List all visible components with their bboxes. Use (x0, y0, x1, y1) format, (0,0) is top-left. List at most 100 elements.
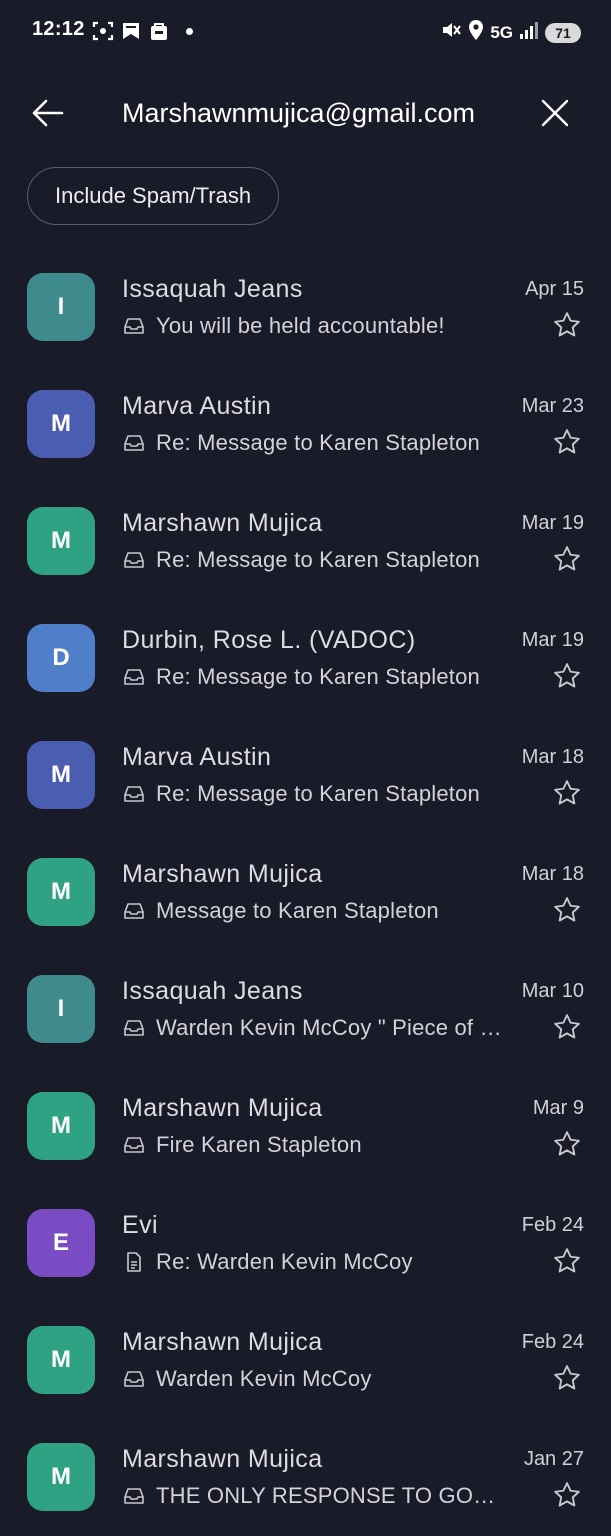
star-button[interactable] (550, 1010, 584, 1044)
chip-label: Include Spam/Trash (55, 183, 252, 208)
email-subject: Re: Message to Karen Stapleton (156, 547, 480, 572)
email-subject: You will be held accountable! (156, 313, 445, 338)
star-button[interactable] (550, 893, 584, 927)
news-icon (120, 20, 142, 42)
email-row[interactable]: M Marshawn Mujica Mar 18 Message to Kare… (0, 833, 611, 950)
inbox-icon (122, 431, 146, 455)
email-sender: Marshawn Mujica (122, 1094, 323, 1122)
battery-indicator: 71 (545, 22, 581, 43)
email-subject-line: Fire Karen Stapleton (122, 1130, 506, 1160)
avatar: M (27, 741, 95, 809)
search-input[interactable]: Marshawnmujica@gmail.com (122, 96, 490, 130)
email-subject-line: Re: Message to Karen Stapleton (122, 779, 506, 809)
email-subject-line: Warden Kevin McCoy " Piece of work " (122, 1013, 506, 1043)
search-header: Marshawnmujica@gmail.com (0, 80, 611, 146)
star-icon (554, 1482, 580, 1507)
email-subject-line: Message to Karen Stapleton (122, 896, 506, 926)
inbox-icon (122, 314, 146, 338)
avatar: I (27, 273, 95, 341)
close-icon (541, 99, 569, 127)
email-subject: Warden Kevin McCoy (156, 1366, 372, 1391)
email-row[interactable]: M Marshawn Mujica Mar 9 Fire Karen Stapl… (0, 1067, 611, 1184)
email-subject: Fire Karen Stapleton (156, 1132, 362, 1157)
email-row[interactable]: M Marva Austin Mar 18 Re: Message to Kar… (0, 716, 611, 833)
email-subject-line: Re: Warden Kevin McCoy (122, 1247, 506, 1277)
avatar: M (27, 1443, 95, 1511)
draft-icon (122, 1250, 146, 1274)
email-row[interactable]: M Marshawn Mujica Jan 27 THE ONLY RESPON… (0, 1418, 611, 1535)
email-sender: Durbin, Rose L. (VADOC) (122, 626, 416, 654)
star-button[interactable] (550, 1244, 584, 1278)
star-button[interactable] (550, 776, 584, 810)
email-row[interactable]: D Durbin, Rose L. (VADOC) Mar 19 Re: Mes… (0, 599, 611, 716)
star-button[interactable] (550, 425, 584, 459)
avatar: M (27, 858, 95, 926)
email-sender: Issaquah Jeans (122, 977, 303, 1005)
email-sender: Marshawn Mujica (122, 1328, 323, 1356)
avatar: M (27, 1092, 95, 1160)
email-list: I Issaquah Jeans Apr 15 You will be held… (0, 248, 611, 1535)
email-date: Mar 10 (521, 980, 584, 1002)
email-subject-line: Re: Message to Karen Stapleton (122, 545, 506, 575)
arrow-left-icon (32, 99, 64, 127)
email-date: Mar 18 (521, 746, 584, 768)
email-subject-line: THE ONLY RESPONSE TO GOV. YOUNGKIN (122, 1481, 506, 1511)
email-sender: Issaquah Jeans (122, 275, 303, 303)
include-spam-trash-chip[interactable]: Include Spam/Trash (27, 167, 280, 225)
system-status: 5G 71 (440, 19, 581, 46)
star-button[interactable] (550, 1478, 584, 1512)
email-subject-line: Re: Message to Karen Stapleton (122, 662, 506, 692)
email-sender: Evi (122, 1211, 158, 1239)
email-subject: Warden Kevin McCoy " Piece of work " (156, 1015, 506, 1040)
star-button[interactable] (550, 1127, 584, 1161)
avatar-initial: E (52, 1229, 69, 1256)
location-icon (468, 19, 484, 46)
notification-icons (92, 20, 193, 42)
avatar: M (27, 507, 95, 575)
email-date: Mar 19 (521, 629, 584, 651)
shopping-bag-icon (148, 20, 170, 42)
star-icon (554, 546, 580, 571)
email-subject: Message to Karen Stapleton (156, 898, 439, 923)
avatar-initial: M (51, 410, 71, 437)
more-notifications-dot (186, 27, 193, 35)
avatar: E (27, 1209, 95, 1277)
email-sender: Marshawn Mujica (122, 1445, 323, 1473)
network-type: 5G (490, 22, 513, 42)
star-button[interactable] (550, 1361, 584, 1395)
avatar-initial: M (51, 761, 71, 788)
avatar: M (27, 1326, 95, 1394)
email-date: Mar 23 (521, 395, 584, 417)
email-date: Mar 9 (532, 1097, 584, 1119)
email-row[interactable]: M Marshawn Mujica Mar 19 Re: Message to … (0, 482, 611, 599)
inbox-icon (122, 1133, 146, 1157)
star-button[interactable] (550, 308, 584, 342)
email-date: Feb 24 (521, 1331, 584, 1353)
email-subject-line: Re: Message to Karen Stapleton (122, 428, 506, 458)
inbox-icon (122, 1484, 146, 1508)
star-icon (554, 897, 580, 922)
star-icon (554, 312, 580, 337)
email-row[interactable]: M Marshawn Mujica Feb 24 Warden Kevin Mc… (0, 1301, 611, 1418)
inbox-icon (122, 665, 146, 689)
email-date: Mar 19 (521, 512, 584, 534)
inbox-icon (122, 782, 146, 806)
inbox-icon (122, 1016, 146, 1040)
star-button[interactable] (550, 542, 584, 576)
email-row[interactable]: E Evi Feb 24 Re: Warden Kevin McCoy (0, 1184, 611, 1301)
avatar-initial: I (57, 995, 65, 1022)
email-sender: Marva Austin (122, 392, 272, 420)
email-date: Mar 18 (521, 863, 584, 885)
back-button[interactable] (26, 92, 68, 134)
email-row[interactable]: I Issaquah Jeans Apr 15 You will be held… (0, 248, 611, 365)
clear-search-button[interactable] (534, 92, 576, 134)
email-row[interactable]: M Marva Austin Mar 23 Re: Message to Kar… (0, 365, 611, 482)
email-sender: Marshawn Mujica (122, 509, 323, 537)
star-icon (554, 1365, 580, 1390)
star-button[interactable] (550, 659, 584, 693)
email-row[interactable]: I Issaquah Jeans Mar 10 Warden Kevin McC… (0, 950, 611, 1067)
status-bar: 12:12 5G 71 (0, 0, 611, 62)
inbox-icon (122, 548, 146, 572)
star-icon (554, 429, 580, 454)
screenshot-icon (92, 20, 114, 42)
